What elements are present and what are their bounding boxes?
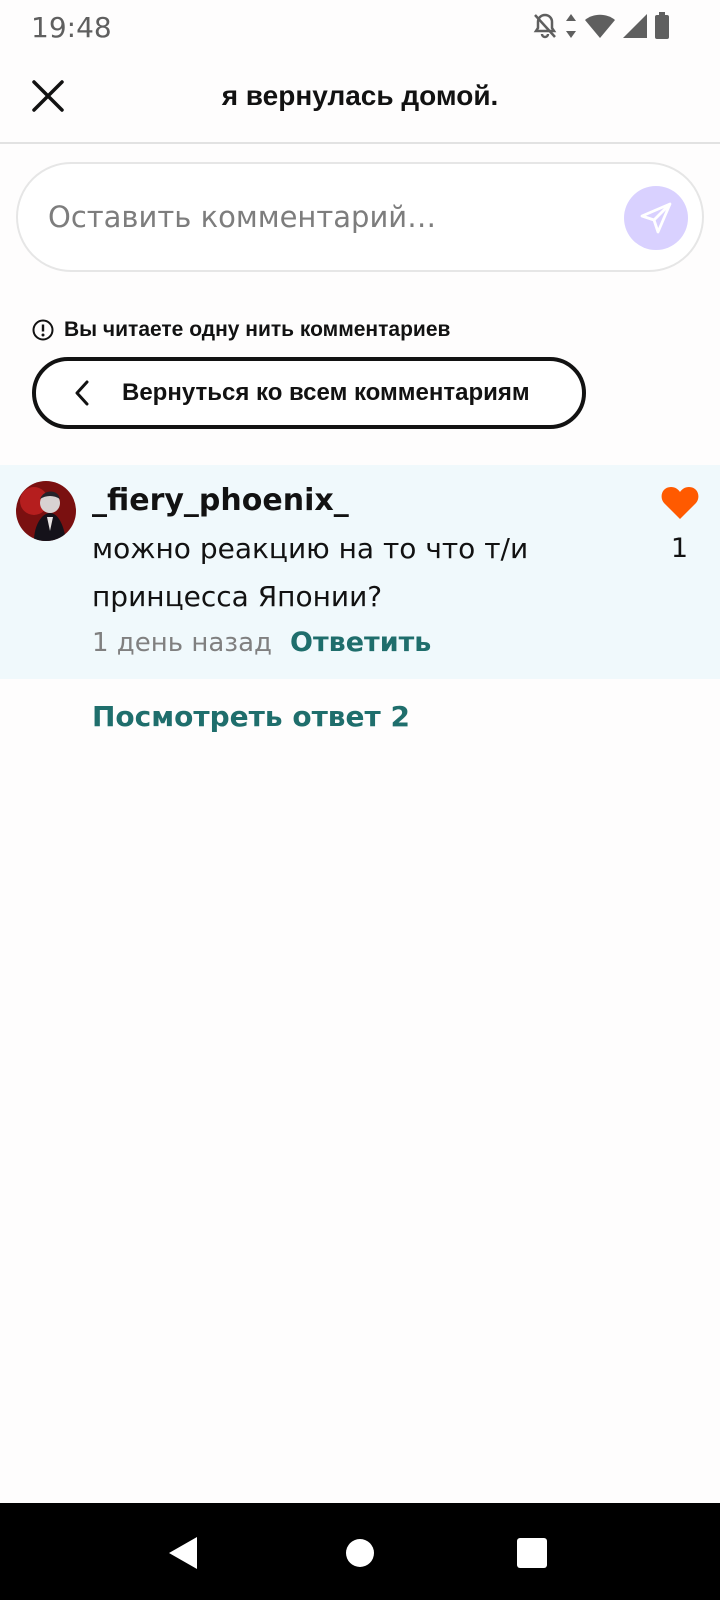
home-circle-icon bbox=[346, 1539, 374, 1567]
back-to-all-comments-button[interactable]: Вернуться ко всем комментариям bbox=[32, 357, 586, 429]
status-bar: 19:48 bbox=[0, 0, 720, 52]
system-nav-bar bbox=[0, 1503, 720, 1600]
avatar[interactable] bbox=[16, 481, 76, 541]
thread-notice: Вы читаете одну нить комментариев bbox=[32, 318, 450, 342]
like-button[interactable] bbox=[660, 485, 700, 523]
battery-icon bbox=[654, 12, 670, 40]
avatar-image bbox=[16, 481, 76, 541]
nav-back-button[interactable] bbox=[165, 1533, 205, 1573]
header: я вернулась домой. bbox=[0, 52, 720, 144]
nav-home-button[interactable] bbox=[340, 1533, 380, 1573]
back-to-all-comments-label: Вернуться ко всем комментариям bbox=[122, 379, 530, 406]
thread-notice-text: Вы читаете одну нить комментариев bbox=[64, 318, 451, 341]
comment-text: можно реакцию на то что т/и принцесса Яп… bbox=[92, 532, 529, 613]
view-replies-link[interactable]: Посмотреть ответ 2 bbox=[92, 700, 410, 733]
like-count: 1 bbox=[670, 533, 688, 564]
chevron-left-icon bbox=[75, 380, 89, 406]
cell-signal-icon bbox=[622, 13, 648, 39]
recents-square-icon bbox=[517, 1538, 547, 1568]
status-time: 19:48 bbox=[31, 11, 112, 44]
info-icon bbox=[32, 319, 54, 341]
bell-off-icon bbox=[532, 12, 558, 40]
back-triangle-icon bbox=[169, 1537, 197, 1569]
heart-icon bbox=[661, 487, 699, 519]
comment-box bbox=[16, 162, 704, 272]
reply-button[interactable]: Ответить bbox=[290, 627, 431, 658]
send-icon bbox=[640, 202, 672, 234]
comment-time: 1 день назад bbox=[92, 628, 273, 658]
comment-input[interactable] bbox=[48, 192, 608, 242]
wifi-icon bbox=[584, 13, 616, 39]
comment-meta: 1 день назад Ответить bbox=[92, 627, 431, 658]
comment-row: _fiery_phoenix_ можно реакцию на то что … bbox=[0, 465, 720, 679]
send-button[interactable] bbox=[624, 186, 688, 250]
status-icons bbox=[532, 12, 670, 40]
comment-username[interactable]: _fiery_phoenix_ bbox=[92, 483, 349, 518]
data-arrows-icon bbox=[564, 12, 578, 40]
page-title: я вернулась домой. bbox=[221, 80, 499, 111]
nav-recents-button[interactable] bbox=[512, 1533, 552, 1573]
